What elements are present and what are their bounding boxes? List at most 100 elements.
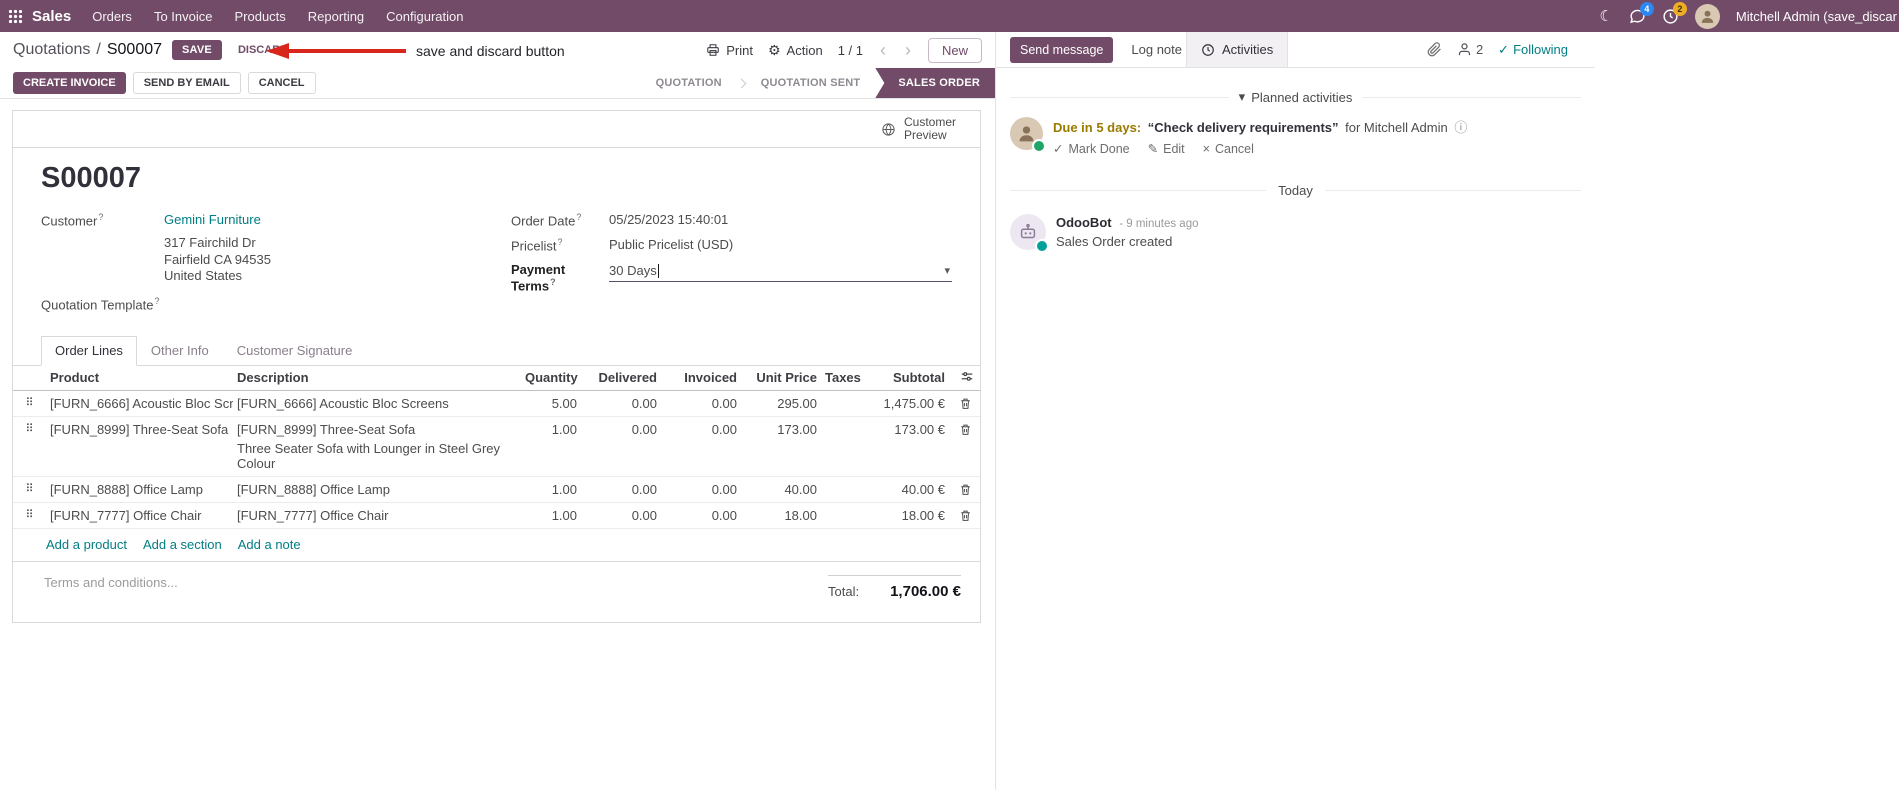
cell-quantity[interactable]: 5.00 — [521, 390, 581, 417]
discard-button[interactable]: DISCARD — [232, 40, 294, 60]
menu-configuration[interactable]: Configuration — [375, 0, 474, 32]
action-button[interactable]: ⚙ Action — [768, 43, 823, 58]
tab-customer-signature[interactable]: Customer Signature — [223, 336, 367, 366]
pricelist-value[interactable]: Public Pricelist (USD) — [609, 235, 952, 252]
terms-and-conditions-placeholder[interactable]: Terms and conditions... — [44, 575, 178, 600]
cell-unit-price[interactable]: 40.00 — [741, 476, 821, 503]
attachments-paperclip-icon[interactable] — [1427, 42, 1442, 57]
tab-order-lines[interactable]: Order Lines — [41, 335, 137, 366]
print-button[interactable]: Print — [706, 43, 753, 58]
trash-icon[interactable] — [949, 390, 980, 417]
cell-invoiced[interactable]: 0.00 — [661, 476, 741, 503]
order-date-field-row: Order Date? 05/25/2023 15:40:01 — [511, 210, 952, 235]
customer-value[interactable]: Gemini Furniture — [164, 210, 511, 227]
message-header: OdooBot - 9 minutes ago — [1056, 215, 1198, 230]
cell-description[interactable]: [FURN_8999] Three-Seat Sofa Three Seater… — [233, 416, 521, 477]
add-a-section-link[interactable]: Add a section — [143, 537, 222, 552]
cell-taxes[interactable] — [821, 416, 871, 477]
send-by-email-button[interactable]: SEND BY EMAIL — [132, 72, 241, 94]
quotation-template-value[interactable] — [164, 294, 511, 296]
stage-sales-order[interactable]: SALES ORDER — [875, 68, 995, 98]
info-icon[interactable]: ⓘ — [1454, 120, 1467, 135]
topbar-right: ☾ 4 2 Mitchell Admin (save_discar — [1599, 1, 1899, 29]
cell-quantity[interactable]: 1.00 — [521, 416, 581, 477]
activities-clock-icon[interactable]: 2 — [1662, 1, 1687, 25]
user-avatar[interactable] — [1694, 3, 1720, 29]
cell-delivered[interactable]: 0.00 — [581, 502, 661, 529]
tab-other-info[interactable]: Other Info — [137, 336, 223, 366]
handle-column-header — [13, 365, 46, 391]
stage-separator-icon — [736, 78, 747, 88]
customer-link[interactable]: Gemini Furniture — [164, 212, 261, 227]
trash-icon[interactable] — [949, 476, 980, 503]
new-button[interactable]: New — [927, 37, 982, 63]
menu-orders[interactable]: Orders — [81, 0, 143, 32]
cell-product[interactable]: [FURN_8888] Office Lamp — [46, 476, 233, 503]
drag-handle-icon[interactable]: ⠿ — [13, 476, 46, 503]
stage-quotation-sent[interactable]: QUOTATION SENT — [746, 68, 876, 98]
cell-taxes[interactable] — [821, 502, 871, 529]
cell-description[interactable]: [FURN_7777] Office Chair — [233, 502, 521, 529]
cell-taxes[interactable] — [821, 390, 871, 417]
add-a-note-link[interactable]: Add a note — [238, 537, 301, 552]
drag-handle-icon[interactable]: ⠿ — [13, 416, 46, 477]
cell-quantity[interactable]: 1.00 — [521, 476, 581, 503]
create-invoice-button[interactable]: CREATE INVOICE — [13, 72, 126, 94]
menu-products[interactable]: Products — [223, 0, 296, 32]
table-row: ⠿ [FURN_7777] Office Chair [FURN_7777] O… — [13, 502, 980, 529]
cell-taxes[interactable] — [821, 476, 871, 503]
cell-quantity[interactable]: 1.00 — [521, 502, 581, 529]
activities-tab[interactable]: Activities — [1186, 32, 1289, 67]
cell-unit-price[interactable]: 173.00 — [741, 416, 821, 477]
help-question-icon: ? — [576, 212, 582, 222]
pricelist-field-row: Pricelist? Public Pricelist (USD) — [511, 235, 952, 260]
text-cursor — [657, 263, 659, 278]
activities-badge: 2 — [1672, 1, 1687, 16]
edit-activity-button[interactable]: ✎ Edit — [1148, 141, 1185, 157]
cell-description[interactable]: [FURN_8888] Office Lamp — [233, 476, 521, 503]
cell-invoiced[interactable]: 0.00 — [661, 502, 741, 529]
followers-button[interactable]: 2 — [1457, 42, 1483, 57]
drag-handle-icon[interactable]: ⠿ — [13, 390, 46, 417]
cell-product[interactable]: [FURN_8999] Three-Seat Sofa — [46, 416, 233, 477]
dropdown-caret-icon[interactable]: ▾ — [944, 264, 950, 277]
cell-delivered[interactable]: 0.00 — [581, 416, 661, 477]
apps-grid-icon[interactable] — [0, 0, 30, 32]
save-button[interactable]: SAVE — [172, 40, 222, 60]
cancel-activity-button[interactable]: × Cancel — [1203, 141, 1254, 156]
trash-icon[interactable] — [949, 416, 980, 477]
cell-invoiced[interactable]: 0.00 — [661, 390, 741, 417]
planned-activities-header[interactable]: ▾ Planned activities — [1010, 89, 1582, 105]
user-menu[interactable]: Mitchell Admin (save_discar — [1736, 9, 1897, 24]
breadcrumb-quotations[interactable]: Quotations — [13, 41, 90, 59]
cell-delivered[interactable]: 0.00 — [581, 476, 661, 503]
pager-previous-icon[interactable]: ‹ — [878, 41, 888, 59]
cell-description[interactable]: [FURN_6666] Acoustic Bloc Screens — [233, 390, 521, 417]
cell-product[interactable]: [FURN_7777] Office Chair — [46, 502, 233, 529]
pager-next-icon[interactable]: › — [903, 41, 913, 59]
order-date-value[interactable]: 05/25/2023 15:40:01 — [609, 210, 952, 227]
following-button[interactable]: ✓ Following — [1498, 42, 1568, 58]
cell-product[interactable]: [FURN_6666] Acoustic Bloc Screens — [46, 390, 233, 417]
trash-icon[interactable] — [949, 502, 980, 529]
cell-unit-price[interactable]: 295.00 — [741, 390, 821, 417]
drag-handle-icon[interactable]: ⠿ — [13, 502, 46, 529]
add-a-product-link[interactable]: Add a product — [46, 537, 127, 552]
mark-done-button[interactable]: ✓ Mark Done — [1053, 141, 1130, 157]
cell-subtotal: 18.00 € — [871, 502, 949, 529]
menu-to-invoice[interactable]: To Invoice — [143, 0, 224, 32]
cancel-button[interactable]: CANCEL — [247, 72, 316, 94]
cell-invoiced[interactable]: 0.00 — [661, 416, 741, 477]
cell-unit-price[interactable]: 18.00 — [741, 502, 821, 529]
send-message-button[interactable]: Send message — [1010, 36, 1114, 63]
dark-mode-moon-icon[interactable]: ☾ — [1599, 9, 1612, 24]
customer-preview-button[interactable]: Customer Preview — [873, 114, 974, 144]
payment-terms-input[interactable]: 30 Days ▾ — [609, 261, 952, 282]
app-name[interactable]: Sales — [32, 8, 71, 25]
menu-reporting[interactable]: Reporting — [297, 0, 375, 32]
stage-quotation[interactable]: QUOTATION — [641, 68, 737, 98]
column-settings-icon[interactable] — [949, 365, 980, 391]
messages-icon[interactable]: 4 — [1629, 1, 1654, 25]
cell-delivered[interactable]: 0.00 — [581, 390, 661, 417]
log-note-button[interactable]: Log note — [1131, 42, 1182, 57]
